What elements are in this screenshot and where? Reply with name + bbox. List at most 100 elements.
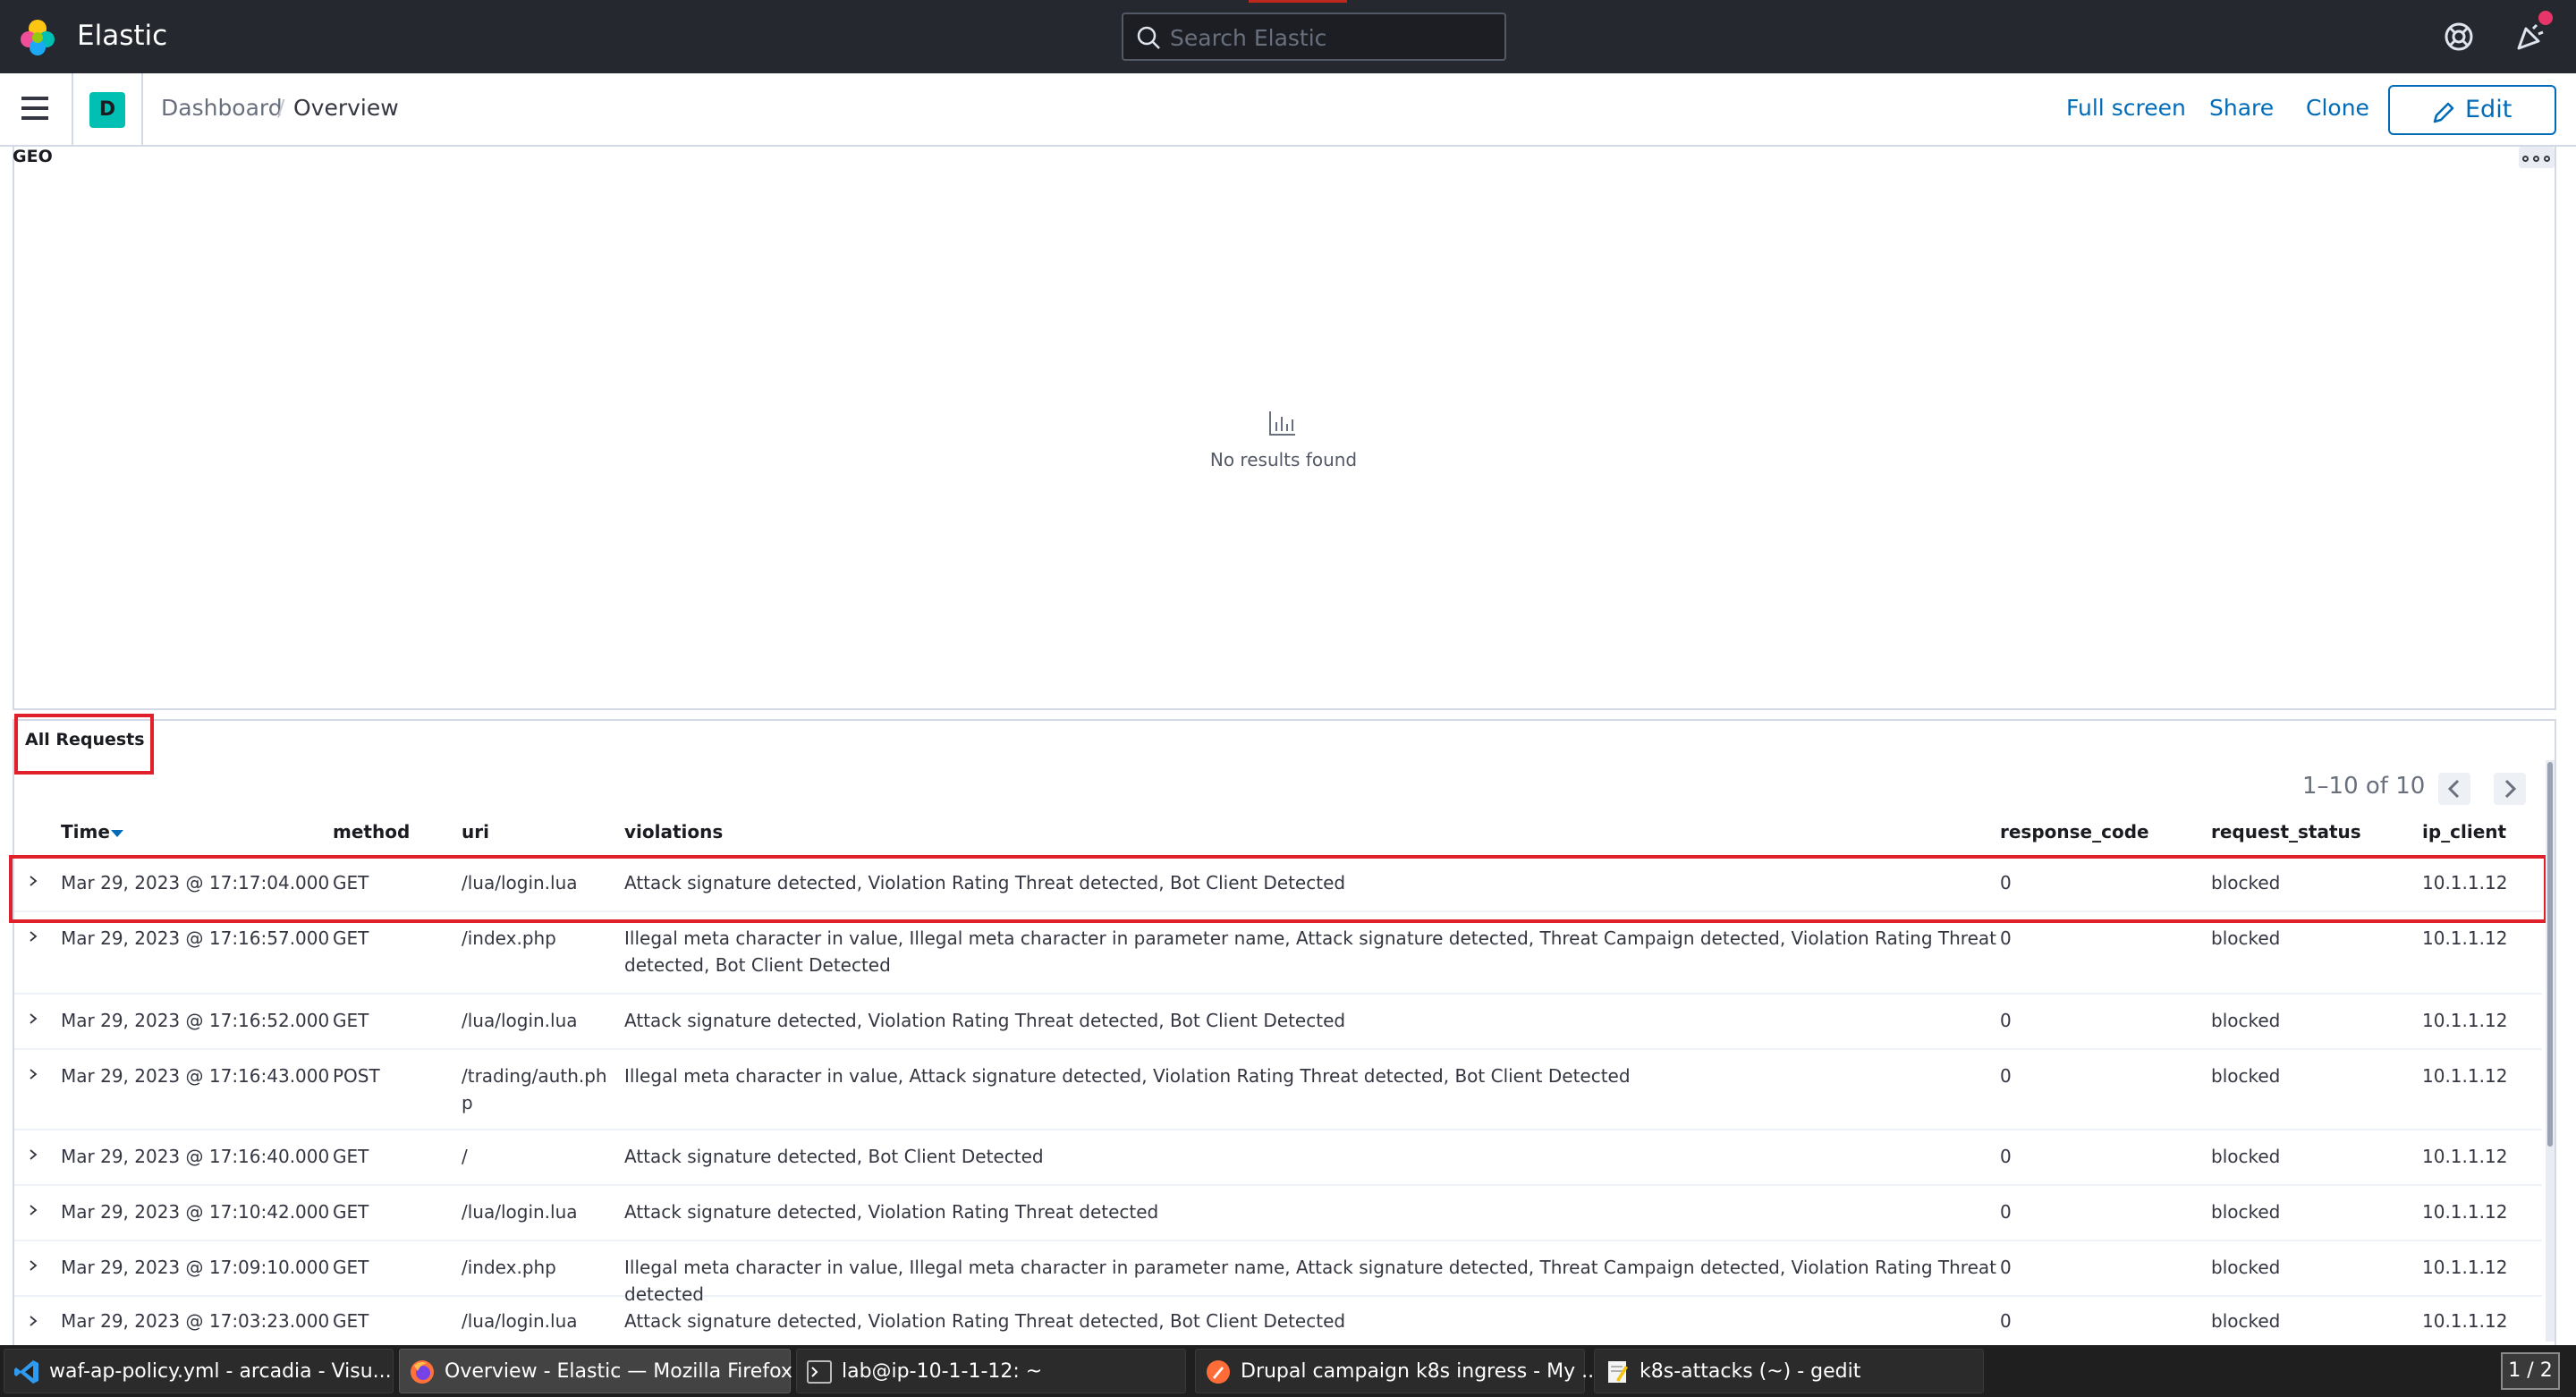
cell-time: Mar 29, 2023 @ 17:16:52.000 <box>61 1010 330 1031</box>
taskbar-item-terminal[interactable]: lab@ip-10-1-1-12: ~ <box>796 1349 1186 1393</box>
column-header-violations[interactable]: violations <box>624 821 723 842</box>
visualization-icon <box>1269 411 1295 436</box>
cell-violations: Illegal meta character in value, Illegal… <box>624 927 1996 976</box>
cell-ip-client: 10.1.1.12 <box>2422 1010 2508 1031</box>
cell-uri: /lua/login.lua <box>462 1310 578 1332</box>
edit-button-label: Edit <box>2465 96 2512 123</box>
loading-indicator <box>1249 0 1347 3</box>
cell-response-code: 0 <box>2000 1310 2012 1332</box>
chevron-right-icon[interactable] <box>27 1259 39 1272</box>
column-header-time[interactable]: Time <box>61 821 110 842</box>
column-header-uri[interactable]: uri <box>462 821 489 842</box>
notification-dot <box>2538 11 2553 25</box>
postman-icon <box>1207 1360 1230 1384</box>
table-row[interactable]: Mar 29, 2023 @ 17:03:23.000 GET /lua/log… <box>14 1297 2542 1345</box>
table-row[interactable]: Mar 29, 2023 @ 17:16:57.000 GET /index.p… <box>14 912 2542 995</box>
cell-method: GET <box>333 1310 369 1332</box>
chevron-right-icon[interactable] <box>27 1012 39 1025</box>
column-header-ip-client[interactable]: ip_client <box>2422 821 2506 842</box>
firefox-icon <box>411 1360 434 1384</box>
chevron-right-icon[interactable] <box>27 1148 39 1161</box>
cell-method: GET <box>333 927 369 949</box>
cell-time: Mar 29, 2023 @ 17:10:42.000 <box>61 1201 330 1223</box>
breadcrumb-separator: / <box>277 95 285 121</box>
terminal-icon <box>807 1360 832 1384</box>
cell-time: Mar 29, 2023 @ 17:09:10.000 <box>61 1257 330 1278</box>
cell-response-code: 0 <box>2000 1146 2012 1167</box>
panel-options-icon[interactable] <box>2519 147 2555 168</box>
top-header: Elastic <box>0 0 2576 73</box>
elastic-logo-icon[interactable] <box>18 18 57 57</box>
cell-request-status: blocked <box>2211 1146 2281 1167</box>
chevron-right-icon[interactable] <box>27 930 39 943</box>
vscode-icon <box>14 1360 38 1384</box>
geo-panel-title: GEO <box>13 147 53 166</box>
workspace-switcher[interactable]: 1 / 2 <box>2501 1352 2560 1390</box>
column-header-request-status[interactable]: request_status <box>2211 821 2361 842</box>
space-avatar[interactable]: D <box>89 92 125 128</box>
cell-uri: / <box>462 1146 468 1167</box>
brand-name[interactable]: Elastic <box>77 20 167 52</box>
search-input[interactable] <box>1170 21 1492 54</box>
help-icon[interactable] <box>2442 20 2476 54</box>
cell-violations: Attack signature detected, Violation Rat… <box>624 1201 1159 1223</box>
breadcrumb-current: Overview <box>293 95 399 121</box>
table-scrollbar-thumb[interactable] <box>2547 762 2553 1147</box>
cell-violations: Attack signature detected, Bot Client De… <box>624 1146 1044 1167</box>
chevron-left-icon[interactable] <box>2438 773 2470 805</box>
empty-state-message: No results found <box>1209 449 1358 470</box>
pagination-summary: 1–10 of 10 <box>2302 773 2426 800</box>
cell-ip-client: 10.1.1.12 <box>2422 1310 2508 1332</box>
column-header-method[interactable]: method <box>333 821 410 842</box>
table-row[interactable]: Mar 29, 2023 @ 17:16:40.000 GET / Attack… <box>14 1130 2542 1186</box>
edit-button[interactable]: Edit <box>2388 85 2556 135</box>
table-row[interactable]: Mar 29, 2023 @ 17:09:10.000 GET /index.p… <box>14 1241 2542 1305</box>
clone-button[interactable]: Clone <box>2306 95 2369 121</box>
table-row[interactable]: Mar 29, 2023 @ 17:10:42.000 GET /lua/log… <box>14 1186 2542 1241</box>
chevron-right-icon[interactable] <box>27 1068 39 1080</box>
share-button[interactable]: Share <box>2209 95 2274 121</box>
full-screen-button[interactable]: Full screen <box>2066 95 2186 121</box>
cell-method: GET <box>333 1146 369 1167</box>
chevron-right-icon[interactable] <box>2494 773 2526 805</box>
taskbar-item-vscode[interactable]: waf-ap-policy.yml - arcadia - Visu... <box>4 1349 394 1393</box>
cell-time: Mar 29, 2023 @ 17:16:43.000 <box>61 1065 330 1087</box>
table-row[interactable]: Mar 29, 2023 @ 17:16:43.000 POST /tradin… <box>14 1050 2542 1130</box>
cell-response-code: 0 <box>2000 1065 2012 1087</box>
menu-icon[interactable] <box>21 97 50 122</box>
breadcrumb-dashboard[interactable]: Dashboard <box>161 95 283 121</box>
taskbar-item-postman[interactable]: Drupal campaign k8s ingress - My ... <box>1195 1349 1600 1393</box>
cell-violations: Illegal meta character in value, Attack … <box>624 1065 1631 1087</box>
table-row[interactable]: Mar 29, 2023 @ 17:16:52.000 GET /lua/log… <box>14 995 2542 1050</box>
cell-uri: /trading/auth.php <box>462 1065 607 1113</box>
cell-response-code: 0 <box>2000 1010 2012 1031</box>
chevron-right-icon[interactable] <box>27 1204 39 1216</box>
cell-uri: /lua/login.lua <box>462 1010 578 1031</box>
taskbar-item-label: k8s-attacks (~) - gedit <box>1640 1360 1861 1383</box>
taskbar-item-firefox[interactable]: Overview - Elastic — Mozilla Firefox <box>399 1349 792 1393</box>
cell-ip-client: 10.1.1.12 <box>2422 1201 2508 1223</box>
cell-method: POST <box>333 1065 380 1087</box>
divider <box>72 73 73 147</box>
row-highlight-box <box>9 855 2547 923</box>
chevron-right-icon[interactable] <box>27 1315 39 1327</box>
newsfeed-icon[interactable] <box>2513 20 2547 54</box>
cell-request-status: blocked <box>2211 927 2281 949</box>
cell-ip-client: 10.1.1.12 <box>2422 1065 2508 1087</box>
cell-method: GET <box>333 1010 369 1031</box>
taskbar-item-label: Overview - Elastic — Mozilla Firefox <box>445 1360 792 1383</box>
cell-uri: /index.php <box>462 1257 556 1278</box>
taskbar-item-label: lab@ip-10-1-1-12: ~ <box>842 1360 1043 1383</box>
gedit-icon <box>1608 1361 1628 1383</box>
sort-descending-icon[interactable] <box>111 830 123 837</box>
cell-uri: /lua/login.lua <box>462 1201 578 1223</box>
cell-request-status: blocked <box>2211 1257 2281 1278</box>
column-header-response-code[interactable]: response_code <box>2000 821 2149 842</box>
cell-uri: /index.php <box>462 927 556 949</box>
taskbar-item-gedit[interactable]: k8s-attacks (~) - gedit <box>1594 1349 1984 1393</box>
cell-ip-client: 10.1.1.12 <box>2422 1257 2508 1278</box>
cell-violations: Attack signature detected, Violation Rat… <box>624 1310 1346 1332</box>
global-search[interactable] <box>1122 13 1506 61</box>
breadcrumb-bar: D Dashboard / Overview Full screen Share… <box>0 73 2576 147</box>
os-taskbar: waf-ap-policy.yml - arcadia - Visu... Ov… <box>0 1345 2576 1397</box>
